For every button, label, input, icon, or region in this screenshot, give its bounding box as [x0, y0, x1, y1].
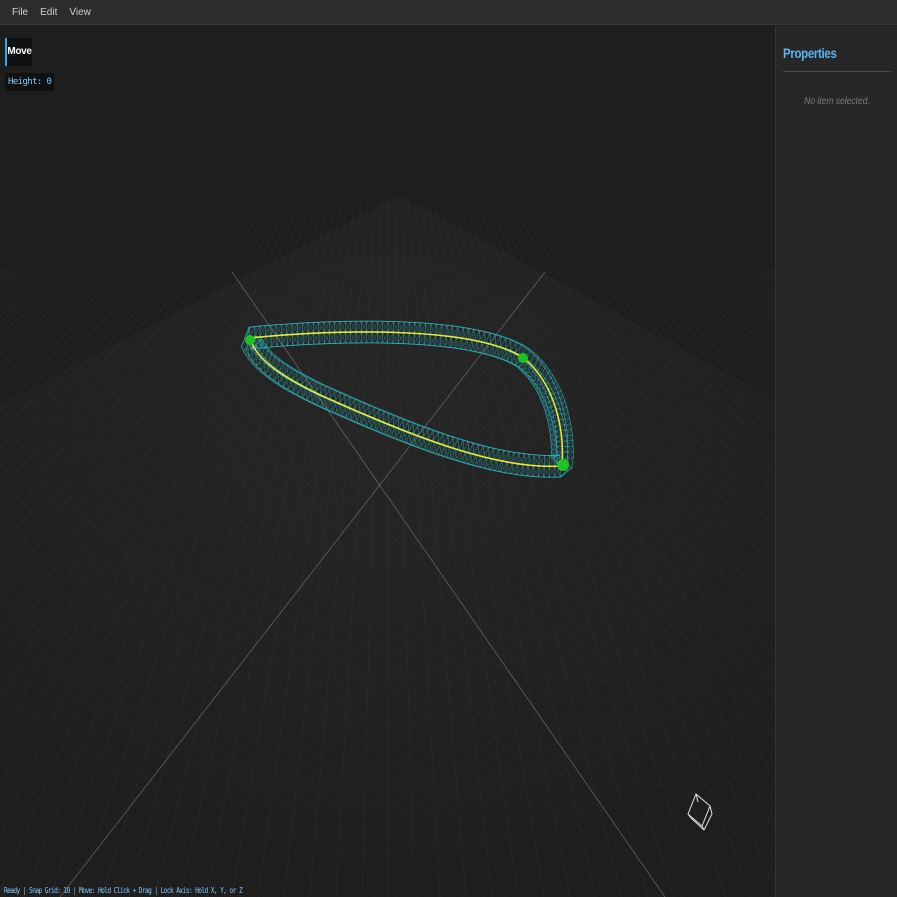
properties-divider	[783, 71, 891, 72]
control-point[interactable]	[245, 335, 255, 345]
properties-panel: Properties No item selected.	[775, 26, 897, 897]
menu-edit[interactable]: Edit	[34, 0, 63, 25]
scene-canvas[interactable]	[0, 26, 775, 897]
status-bar: Ready | Snap Grid: 10 | Move: Hold Click…	[4, 886, 243, 895]
height-readout: Height: 0	[5, 73, 55, 91]
menu-bar: File Edit View	[0, 0, 897, 25]
properties-title: Properties	[783, 45, 837, 61]
control-point[interactable]	[518, 353, 528, 363]
3d-viewport[interactable]: Move Height: 0 Ready | Snap Grid: 10 | M…	[0, 26, 775, 897]
app-window: File Edit View Move Height: 0 Ready | Sn…	[0, 0, 897, 897]
move-tool-button[interactable]: Move	[5, 38, 32, 66]
control-point[interactable]	[557, 459, 569, 471]
view-cube-icon[interactable]	[682, 784, 716, 834]
menu-file[interactable]: File	[6, 0, 34, 25]
no-selection-message: No item selected.	[804, 96, 870, 107]
menu-view[interactable]: View	[63, 0, 97, 25]
